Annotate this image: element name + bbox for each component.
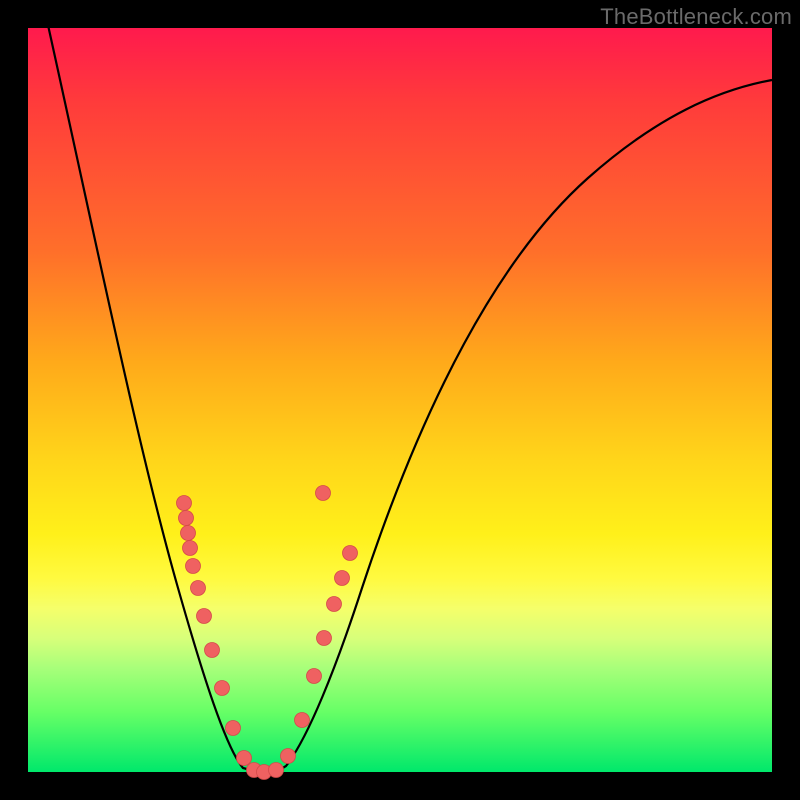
scatter-dot — [191, 581, 206, 596]
scatter-dot — [307, 669, 322, 684]
scatter-dot — [317, 631, 332, 646]
scatter-dot — [281, 749, 296, 764]
scatter-dot — [181, 526, 196, 541]
scatter-dot — [197, 609, 212, 624]
left-curve — [46, 16, 258, 772]
scatter-dot — [179, 511, 194, 526]
scatter-dot — [205, 643, 220, 658]
scatter-dot — [335, 571, 350, 586]
scatter-dot — [237, 751, 252, 766]
scatter-dot — [186, 559, 201, 574]
scatter-dot — [183, 541, 198, 556]
scatter-dots — [177, 486, 358, 780]
scatter-dot — [269, 763, 284, 778]
scatter-dot — [226, 721, 241, 736]
right-curve — [276, 80, 772, 772]
scatter-dot — [327, 597, 342, 612]
watermark-text: TheBottleneck.com — [600, 4, 792, 30]
scatter-dot — [343, 546, 358, 561]
scatter-dot — [177, 496, 192, 511]
scatter-dot — [316, 486, 331, 501]
scatter-dot — [215, 681, 230, 696]
curves-svg — [28, 28, 772, 772]
scatter-dot — [295, 713, 310, 728]
